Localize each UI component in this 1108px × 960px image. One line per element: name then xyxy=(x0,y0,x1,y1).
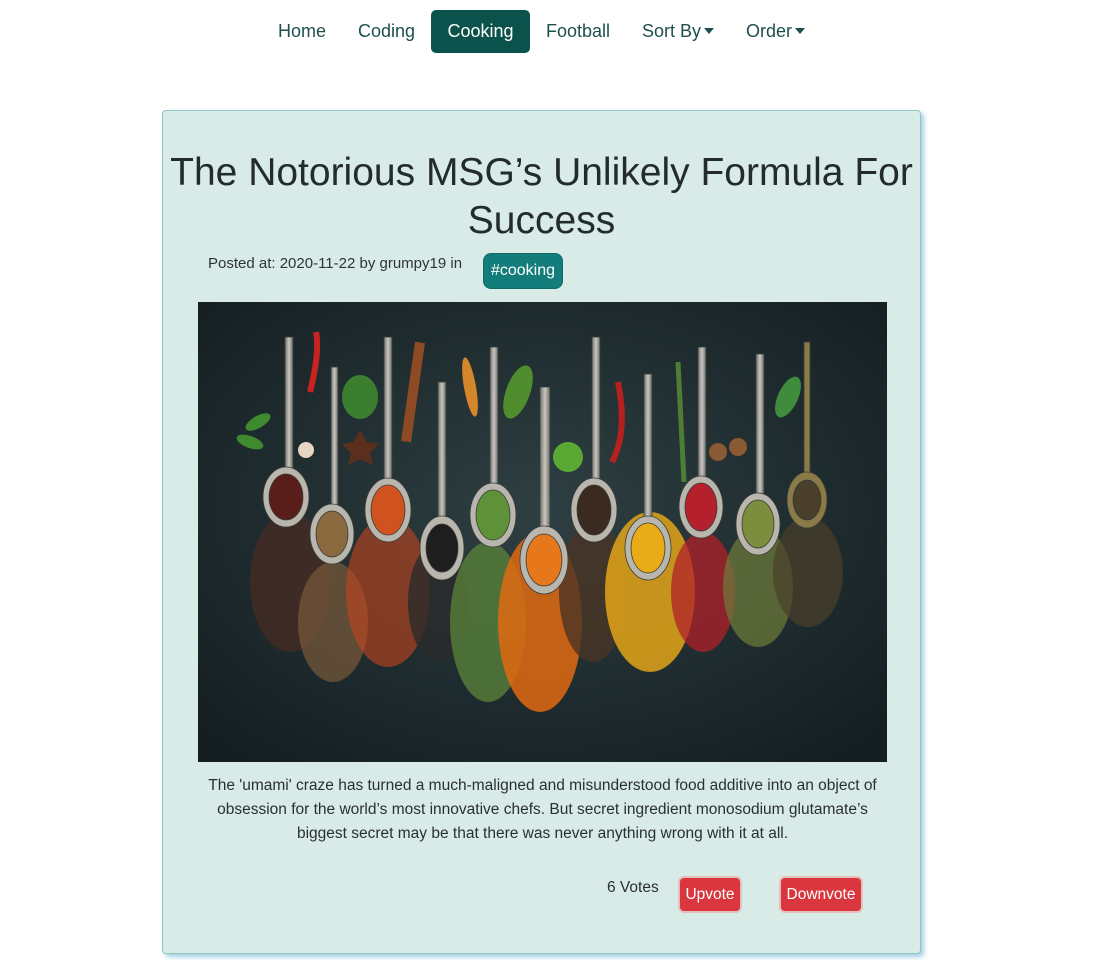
sort-by-label: Sort By xyxy=(642,21,702,41)
nav-home-label: Home xyxy=(278,21,327,41)
order-dropdown[interactable]: Order xyxy=(746,10,806,53)
nav-football-label: Football xyxy=(546,21,611,41)
nav-coding-label: Coding xyxy=(358,21,416,41)
nav-coding[interactable]: Coding xyxy=(358,10,415,53)
upvote-button[interactable]: Upvote xyxy=(680,878,740,911)
order-label: Order xyxy=(746,21,793,41)
vote-count: 6 Votes xyxy=(607,879,659,896)
top-nav: Home Coding Cooking Football Sort By Ord… xyxy=(0,10,1108,53)
caret-down-icon xyxy=(704,28,715,34)
sort-by-dropdown[interactable]: Sort By xyxy=(642,10,715,53)
post-meta: Posted at: 2020-11-22 by grumpy19 in xyxy=(208,255,463,272)
nav-home[interactable]: Home xyxy=(278,10,326,53)
post-image xyxy=(198,302,887,762)
nav-cooking[interactable]: Cooking xyxy=(431,10,530,53)
caret-down-icon xyxy=(795,28,806,34)
post-description: The 'umami' craze has turned a much-mali… xyxy=(208,777,877,842)
nav-football[interactable]: Football xyxy=(546,10,610,53)
post-card: The Notorious MSG’s Unlikely Formula For… xyxy=(162,110,921,954)
downvote-button[interactable]: Downvote xyxy=(781,878,861,911)
post-title: The Notorious MSG’s Unlikely Formula For… xyxy=(170,151,913,242)
category-tag[interactable]: #cooking xyxy=(484,254,562,288)
nav-cooking-label: Cooking xyxy=(447,21,514,41)
